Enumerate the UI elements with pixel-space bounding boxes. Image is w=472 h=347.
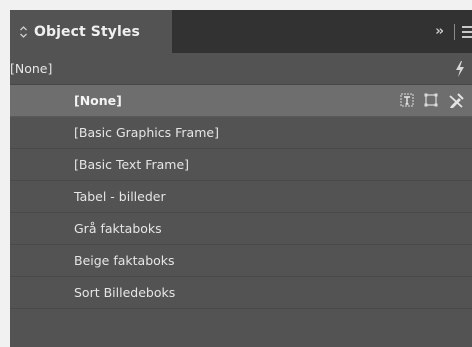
object-styles-panel: Object Styles ›› [None] [None] [Basic Gr… [10,10,472,347]
list-item-label: Tabel - billeder [74,189,166,204]
current-style-label: [None] [10,61,53,76]
list-item-tabel-billeder[interactable]: Tabel - billeder [10,181,472,213]
list-item-graa-faktaboks[interactable]: Grå faktaboks [10,213,472,245]
no-edit-pencil-icon[interactable] [448,93,464,109]
text-frame-icon[interactable] [400,93,414,109]
list-item-label: Beige faktaboks [74,253,175,268]
row-icons [400,93,464,109]
list-item-beige-faktaboks[interactable]: Beige faktaboks [10,245,472,277]
collapse-panel-icon[interactable]: ›› [435,24,444,39]
list-item-label: Sort Billedeboks [74,285,176,300]
list-item-label: [None] [74,93,122,108]
tab-object-styles[interactable]: Object Styles [10,10,172,53]
up-down-chevron-icon[interactable] [19,25,28,39]
tab-bar-controls: ›› [435,10,472,53]
divider [454,23,455,40]
list-item-label: [Basic Graphics Frame] [74,125,219,140]
list-item-basic-graphics-frame[interactable]: [Basic Graphics Frame] [10,117,472,149]
panel-tab-bar: Object Styles ›› [10,10,472,53]
list-item-sort-billedeboks[interactable]: Sort Billedeboks [10,277,472,309]
graphic-frame-icon[interactable] [424,93,438,109]
tab-title: Object Styles [34,23,140,40]
list-item-basic-text-frame[interactable]: [Basic Text Frame] [10,149,472,181]
list-item-none[interactable]: [None] [10,85,472,117]
list-item-label: [Basic Text Frame] [74,157,190,172]
list-item-label: Grå faktaboks [74,221,162,236]
panel-menu-icon[interactable] [462,25,472,38]
style-list: [None] [Basic Graphics Frame] [Basic Tex… [10,85,472,309]
lightning-icon[interactable] [454,61,466,81]
current-style-row: [None] [10,53,472,85]
